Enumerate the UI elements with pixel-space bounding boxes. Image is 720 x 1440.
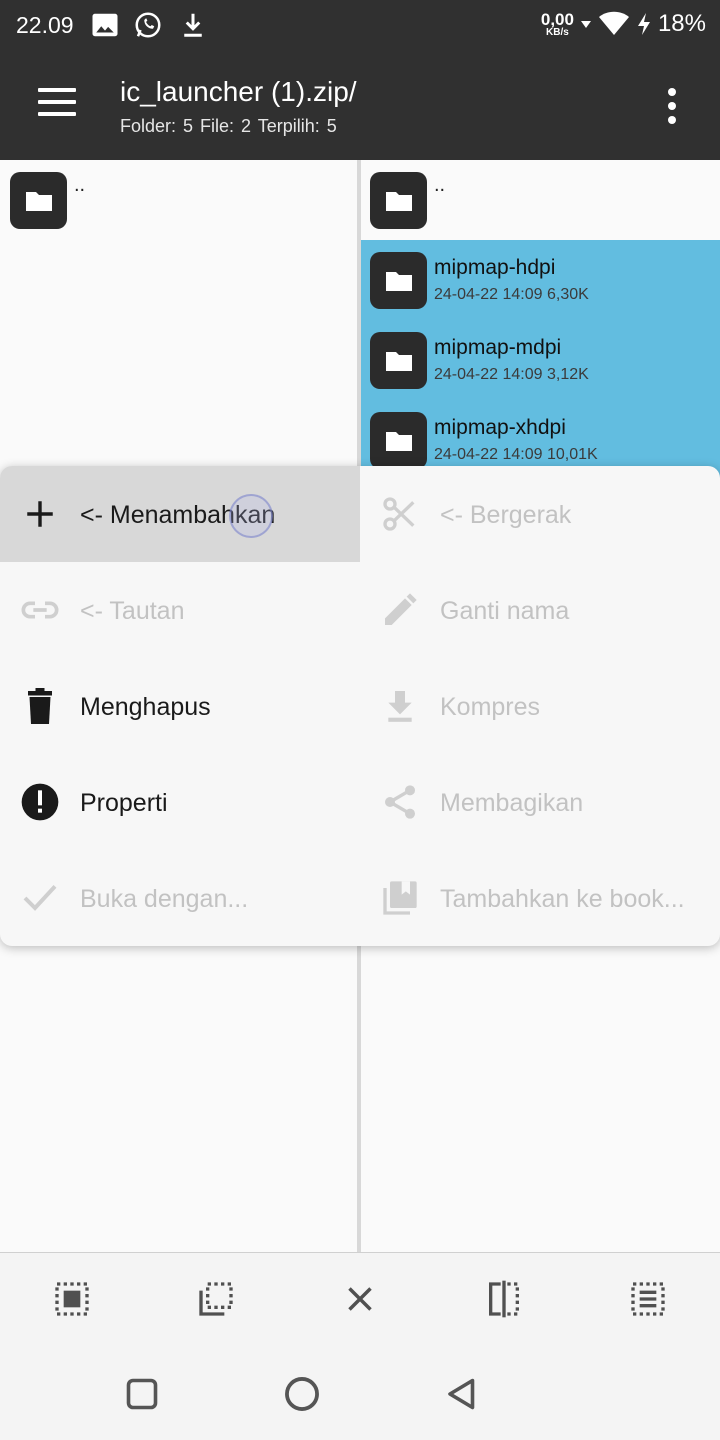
bottom-toolbar (0, 1252, 720, 1348)
folder-meta: 24-04-22 14:09 3,12K (434, 366, 589, 383)
folder-name: mipmap-xhdpi (434, 416, 566, 439)
menu-item-compress[interactable]: Kompres (360, 658, 720, 754)
folder-name: mipmap-hdpi (434, 256, 556, 279)
page-title: ic_launcher (1).zip/ (120, 76, 357, 107)
home-icon[interactable] (278, 1370, 326, 1418)
file-name: .. (434, 174, 446, 196)
folder-icon (370, 332, 427, 389)
share-icon (378, 780, 422, 824)
app-bar: ic_launcher (1).zip/ Folder: 5 File: 2 T… (0, 52, 720, 160)
whatsapp-icon (133, 10, 163, 40)
trash-icon (18, 684, 62, 728)
deselect-icon[interactable] (194, 1277, 238, 1321)
menu-item-move[interactable]: <- Bergerak (360, 466, 720, 562)
menu-item-bookmark[interactable]: Tambahkan ke book... (360, 850, 720, 946)
pencil-icon (378, 588, 422, 632)
compare-icon[interactable] (482, 1277, 526, 1321)
select-list-icon[interactable] (626, 1277, 670, 1321)
touch-ripple (229, 494, 273, 538)
context-menu: <- Menambahkan <- Bergerak <- Tautan Gan… (0, 466, 720, 946)
more-options-icon[interactable] (660, 86, 684, 126)
folder-meta: 24-04-22 14:09 6,30K (434, 286, 589, 303)
folder-meta: 24-04-22 14:09 10,01K (434, 446, 598, 463)
wifi-icon (598, 11, 629, 35)
menu-item-open-with[interactable]: Buka dengan... (0, 850, 360, 946)
folder-row[interactable]: mipmap-hdpi 24-04-22 14:09 6,30K (361, 240, 720, 320)
download-icon (178, 10, 208, 40)
menu-item-rename[interactable]: Ganti nama (360, 562, 720, 658)
recents-icon[interactable] (118, 1370, 166, 1418)
system-nav-bar (0, 1348, 720, 1440)
clock: 22.09 (16, 12, 74, 38)
data-down-icon (580, 21, 591, 28)
bookmark-library-icon (378, 876, 422, 920)
folder-icon (370, 252, 427, 309)
info-icon (18, 780, 62, 824)
folder-icon (370, 172, 427, 229)
link-icon (18, 588, 62, 632)
folder-row[interactable]: mipmap-mdpi 24-04-22 14:09 3,12K (361, 320, 720, 400)
select-all-icon[interactable] (50, 1277, 94, 1321)
menu-item-delete[interactable]: Menghapus (0, 658, 360, 754)
menu-item-add[interactable]: <- Menambahkan (0, 466, 360, 562)
close-icon[interactable] (338, 1277, 382, 1321)
parent-folder-row[interactable]: .. (0, 160, 357, 240)
check-icon (18, 876, 62, 920)
file-name: .. (74, 174, 86, 196)
compress-icon (378, 684, 422, 728)
status-bar: 22.09 0,00 KB/s 18% (0, 0, 720, 52)
image-icon (90, 10, 120, 40)
back-icon[interactable] (438, 1370, 486, 1418)
folder-name: mipmap-mdpi (434, 336, 562, 359)
battery-level: 18% (657, 10, 706, 37)
menu-icon[interactable] (38, 88, 76, 116)
folder-icon (10, 172, 67, 229)
charging-icon (637, 13, 650, 35)
scissors-icon (378, 492, 422, 536)
selection-summary: Folder: 5 File: 2 Terpilih: 5 (120, 116, 337, 136)
parent-folder-row[interactable]: .. (361, 160, 720, 240)
network-speed: 0,00 KB/s (540, 9, 574, 38)
menu-item-share[interactable]: Membagikan (360, 754, 720, 850)
menu-item-link[interactable]: <- Tautan (0, 562, 360, 658)
plus-icon (18, 492, 62, 536)
folder-icon (370, 412, 427, 469)
menu-item-properties[interactable]: Properti (0, 754, 360, 850)
